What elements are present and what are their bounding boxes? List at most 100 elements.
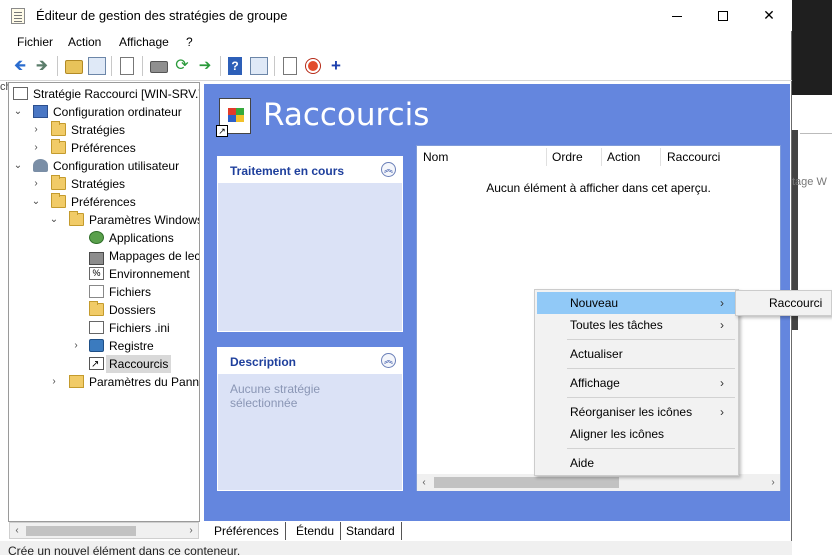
expand-icon[interactable]: › xyxy=(31,121,41,139)
shortcut-icon xyxy=(89,356,104,374)
menu-item-arrange-icons[interactable]: Réorganiser les icônes › xyxy=(537,401,736,423)
add-icon[interactable]: + xyxy=(327,57,345,75)
files-icon xyxy=(89,285,104,298)
drive-icon xyxy=(89,252,104,265)
minimize-button[interactable] xyxy=(654,0,700,31)
description-panel: Description ︽ Aucune stratégie sélection… xyxy=(217,347,403,491)
status-text: Crée un nouvel élément dans ce conteneur… xyxy=(8,544,241,555)
tab-standard[interactable]: Standard xyxy=(340,522,402,540)
toolbar-separator xyxy=(111,56,112,76)
pane-title: Raccourcis xyxy=(263,97,430,133)
menu-affichage[interactable]: Affichage xyxy=(119,35,169,49)
processing-panel: Traitement en cours ︽ xyxy=(217,156,403,332)
tree-horizontal-scrollbar[interactable]: ‹ › xyxy=(9,522,199,539)
empty-list-message: Aucun élément à afficher dans cet aperçu… xyxy=(486,181,711,195)
list-header: Nom Ordre Action Raccourci xyxy=(417,146,780,168)
submenu-arrow-icon: › xyxy=(720,405,724,419)
submenu-arrow-icon: › xyxy=(720,376,724,390)
new-window-icon[interactable] xyxy=(283,57,297,75)
background-text: tage W xyxy=(792,176,827,188)
submenu-item-shortcut[interactable]: Raccourci xyxy=(769,296,822,310)
expand-icon[interactable]: › xyxy=(31,175,41,193)
column-header-action[interactable]: Action xyxy=(607,150,640,164)
menu-item-line-up-icons[interactable]: Aligner les icônes xyxy=(537,423,736,445)
scroll-right-icon[interactable]: › xyxy=(766,474,780,491)
folder-icon xyxy=(51,121,66,136)
scrollbar-thumb[interactable] xyxy=(26,526,136,536)
description-panel-title: Description xyxy=(230,355,297,369)
help-icon[interactable]: ? xyxy=(228,57,242,75)
context-menu: Nouveau › Toutes les tâches › Actualiser… xyxy=(534,289,739,476)
collapse-icon[interactable]: ⌄ xyxy=(13,103,23,121)
scroll-right-icon[interactable]: › xyxy=(184,523,198,538)
export-list-icon[interactable]: ➔ xyxy=(196,57,214,75)
background-divider xyxy=(800,133,832,134)
folder-icon xyxy=(51,175,66,190)
folder-icon xyxy=(69,211,84,226)
refresh-icon[interactable]: ⟳ xyxy=(173,57,191,75)
print-icon[interactable] xyxy=(150,61,168,73)
expand-icon[interactable]: › xyxy=(49,373,59,391)
minimize-icon xyxy=(672,15,682,17)
ini-file-icon xyxy=(89,321,104,334)
menu-separator xyxy=(567,397,735,398)
stop-icon[interactable] xyxy=(306,59,320,73)
menu-fichier[interactable]: Fichier xyxy=(17,35,53,49)
control-panel-icon xyxy=(69,375,84,388)
menu-action[interactable]: Action xyxy=(68,35,101,49)
scrollbar-thumb[interactable] xyxy=(434,477,619,488)
expand-icon[interactable]: › xyxy=(71,337,81,355)
forward-arrow-icon[interactable]: 🡺 xyxy=(33,57,51,75)
menu-help[interactable]: ? xyxy=(186,35,193,49)
new-submenu: Raccourci xyxy=(735,290,832,316)
up-folder-icon[interactable] xyxy=(65,60,83,74)
gpo-icon xyxy=(13,87,28,100)
description-panel-header[interactable]: Description ︽ xyxy=(218,348,402,374)
scroll-left-icon[interactable]: ‹ xyxy=(10,523,24,538)
column-divider[interactable] xyxy=(601,148,602,166)
collapse-icon[interactable]: ︽ xyxy=(381,353,396,368)
column-divider[interactable] xyxy=(660,148,661,166)
show-hide-tree-icon[interactable] xyxy=(88,57,106,75)
environment-icon: % xyxy=(89,267,104,280)
collapse-icon[interactable]: ⌄ xyxy=(13,157,23,175)
menu-separator xyxy=(567,448,735,449)
column-header-shortcut[interactable]: Raccourci xyxy=(667,150,720,164)
processing-panel-header[interactable]: Traitement en cours ︽ xyxy=(218,157,402,183)
column-header-name[interactable]: Nom xyxy=(423,150,448,164)
toolbar-separator xyxy=(220,56,221,76)
column-header-order[interactable]: Ordre xyxy=(552,150,583,164)
menu-item-help[interactable]: Aide xyxy=(537,452,736,474)
close-button[interactable]: ✕ xyxy=(746,0,792,31)
maximize-button[interactable] xyxy=(700,0,746,31)
tab-extended[interactable]: Étendu xyxy=(290,522,342,540)
column-divider[interactable] xyxy=(546,148,547,166)
applications-icon xyxy=(89,231,104,244)
title-bar: Éditeur de gestion des stratégies de gro… xyxy=(0,0,792,31)
app-icon xyxy=(11,8,25,24)
shortcut-large-icon: ↗ xyxy=(216,98,251,137)
close-icon: ✕ xyxy=(763,7,775,23)
back-arrow-icon[interactable]: 🡸 xyxy=(11,57,29,75)
collapse-icon[interactable]: ︽ xyxy=(381,162,396,177)
console-tree: Stratégie Raccourci [WIN-SRV.T ⌄ Configu… xyxy=(8,82,200,522)
folder-icon xyxy=(51,139,66,154)
background-window: tage W xyxy=(792,0,832,555)
details-icon[interactable] xyxy=(250,57,268,75)
users-icon xyxy=(33,159,48,172)
menu-item-all-tasks[interactable]: Toutes les tâches › xyxy=(537,314,736,336)
menu-item-new[interactable]: Nouveau › xyxy=(537,292,736,314)
folder-icon xyxy=(89,301,104,316)
tab-preferences[interactable]: Préférences xyxy=(208,522,286,540)
menu-item-refresh[interactable]: Actualiser xyxy=(537,343,736,365)
list-horizontal-scrollbar[interactable]: ‹ › xyxy=(417,474,780,491)
menu-item-view[interactable]: Affichage › xyxy=(537,372,736,394)
toolbar-separator xyxy=(142,56,143,76)
expand-icon[interactable]: › xyxy=(31,139,41,157)
collapse-icon[interactable]: ⌄ xyxy=(49,211,59,229)
toolbar-separator xyxy=(57,56,58,76)
properties-icon[interactable] xyxy=(120,57,134,75)
scroll-left-icon[interactable]: ‹ xyxy=(417,474,431,491)
collapse-icon[interactable]: ⌄ xyxy=(31,193,41,211)
view-tabs: Préférences Étendu Standard xyxy=(204,522,790,540)
